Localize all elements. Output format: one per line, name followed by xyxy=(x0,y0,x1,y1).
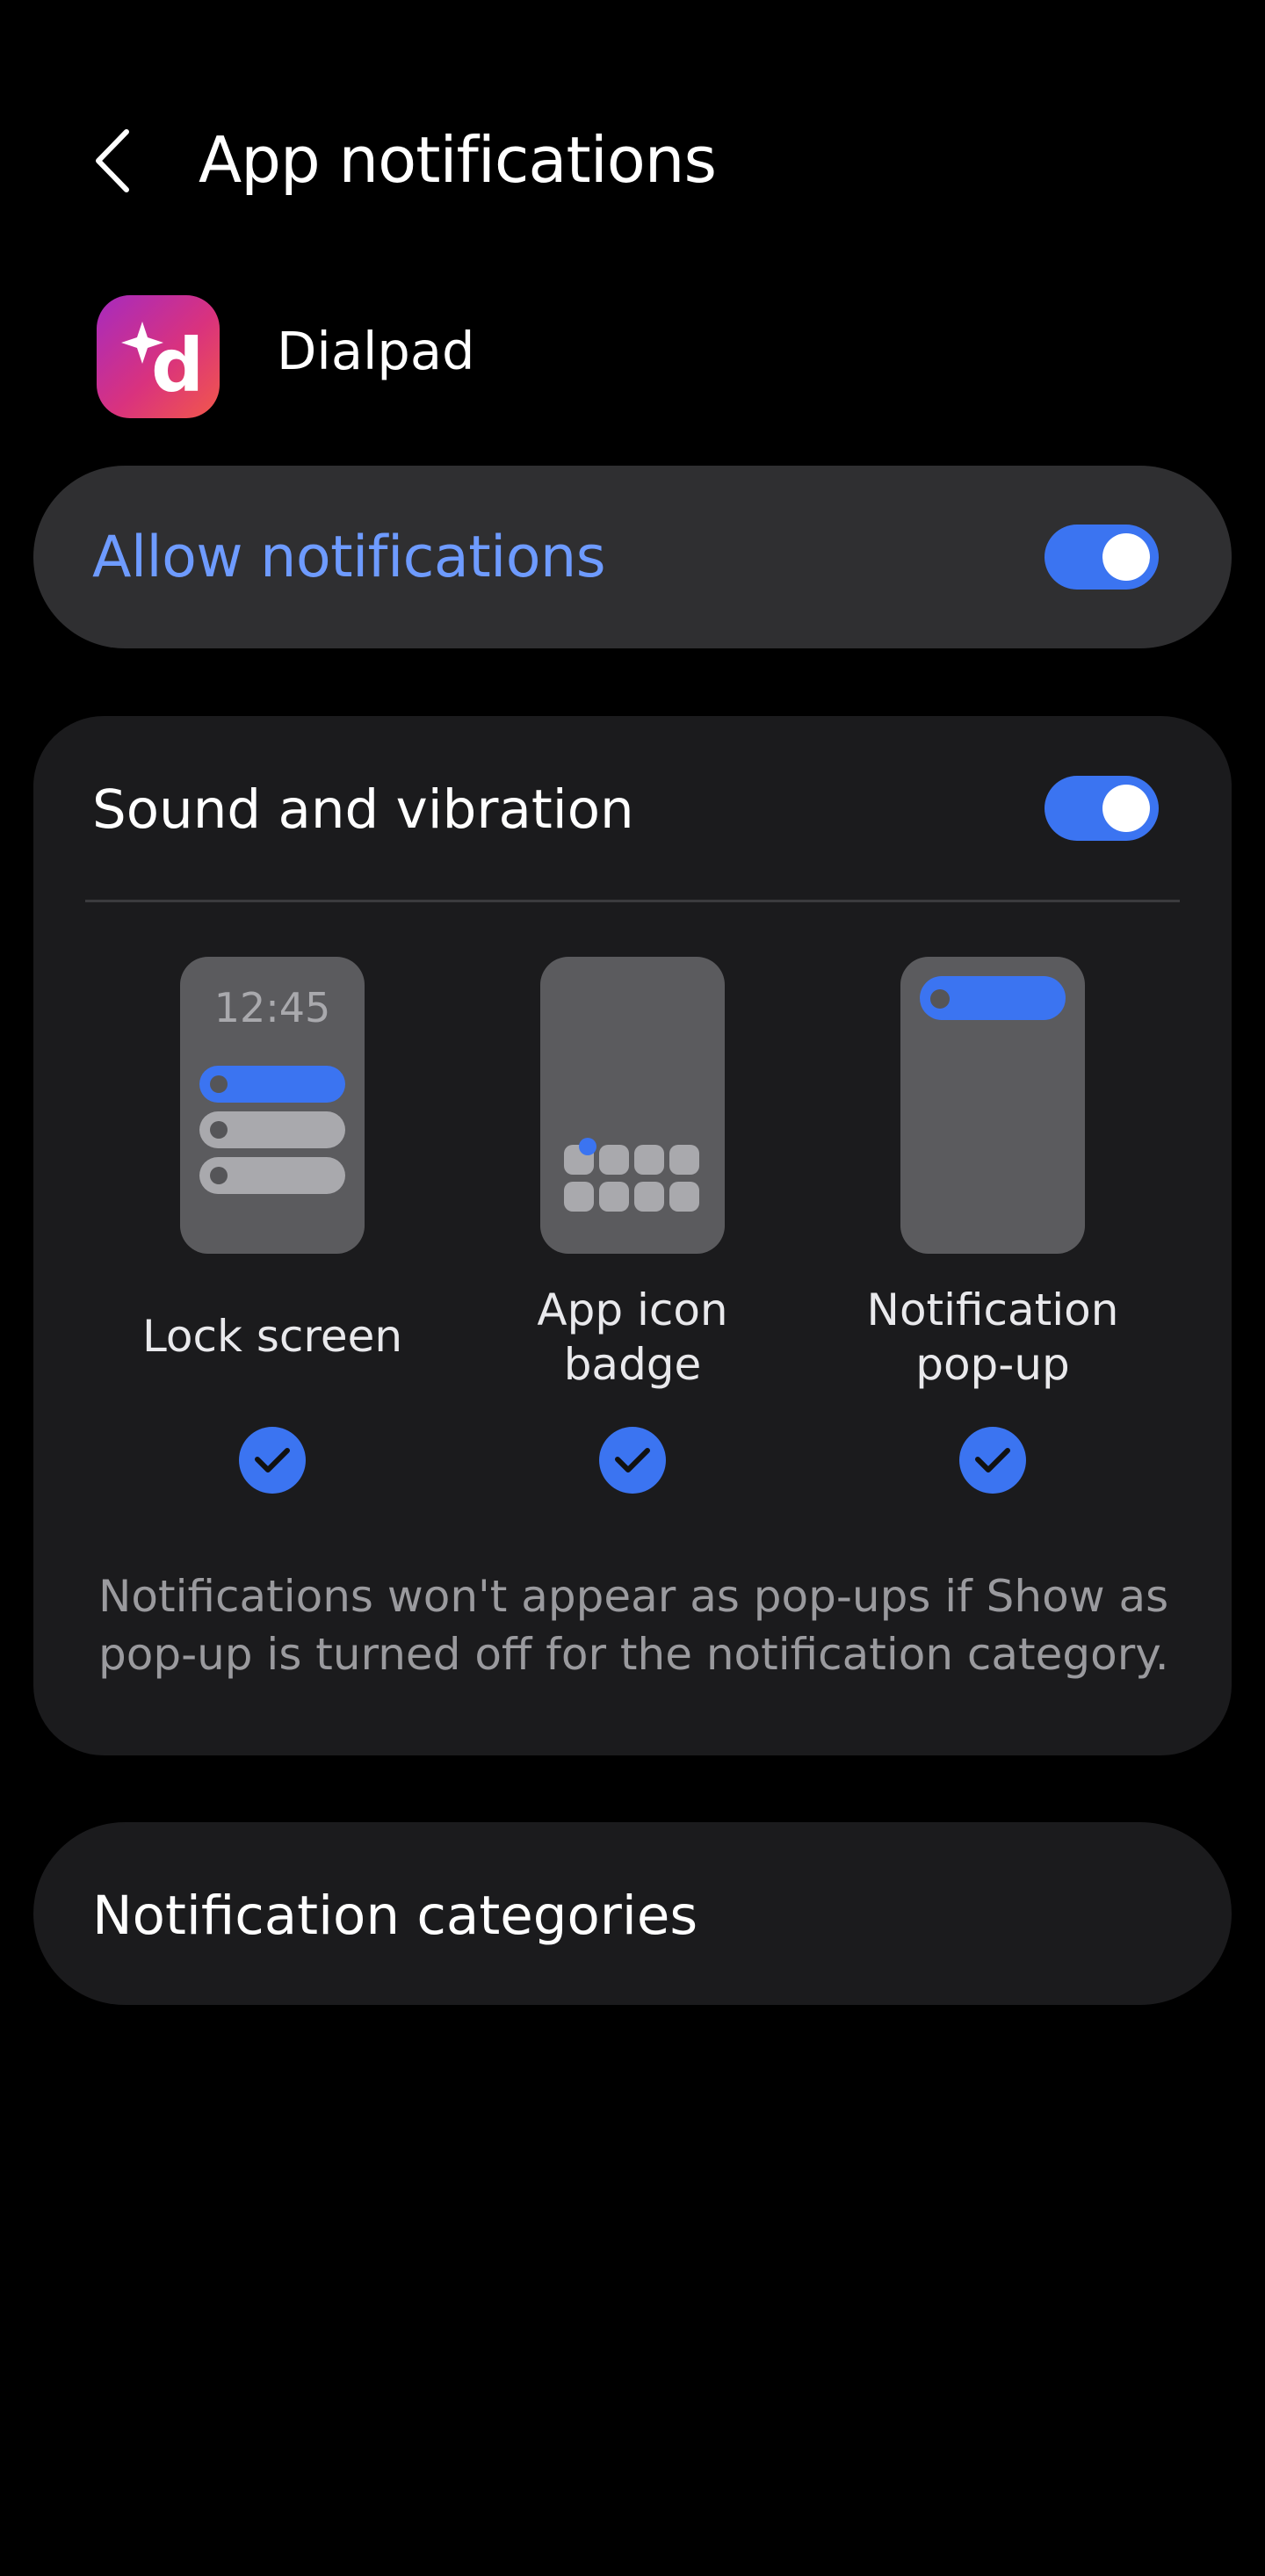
notification-categories-label: Notification categories xyxy=(92,1885,698,1947)
lock-screen-preview[interactable]: 12:45 xyxy=(180,957,365,1254)
notification-popup-label: Notification pop-up xyxy=(835,1283,1151,1392)
highlighted-notification-bar xyxy=(199,1066,345,1103)
sound-vibration-toggle[interactable] xyxy=(1045,776,1159,841)
app-icon-badge-label: App icon badge xyxy=(474,1283,791,1392)
allow-notifications-label: Allow notifications xyxy=(92,525,606,590)
notification-popup-preview[interactable] xyxy=(900,957,1085,1254)
lock-screen-check[interactable] xyxy=(239,1427,306,1494)
label-line: App icon xyxy=(537,1284,728,1335)
toggle-knob xyxy=(1102,533,1150,581)
popup-footnote: Notifications won't appear as pop-ups if… xyxy=(98,1571,1169,1680)
sound-vibration-label: Sound and vibration xyxy=(92,778,634,841)
chevron-left-icon xyxy=(96,129,129,192)
notification-popup-check[interactable] xyxy=(959,1427,1026,1494)
label-line: badge xyxy=(563,1339,702,1390)
dialpad-app-icon: d xyxy=(97,295,220,418)
allow-notifications-toggle[interactable] xyxy=(1045,525,1159,590)
app-icon-badge-check[interactable] xyxy=(599,1427,666,1494)
divider xyxy=(85,900,1180,902)
checkmark-icon xyxy=(615,1448,650,1473)
toggle-knob xyxy=(1102,785,1150,832)
notification-bar xyxy=(199,1157,345,1194)
app-icon-badge-preview[interactable] xyxy=(540,957,725,1254)
page-title: App notifications xyxy=(199,123,717,197)
preview-clock: 12:45 xyxy=(213,984,331,1031)
label-line: pop-up xyxy=(915,1339,1070,1390)
lock-screen-label: Lock screen xyxy=(141,1311,403,1362)
app-name: Dialpad xyxy=(277,321,475,381)
app-icon-letter: d xyxy=(151,322,205,409)
notification-bar xyxy=(199,1111,345,1148)
checkmark-icon xyxy=(255,1448,290,1473)
back-button[interactable] xyxy=(84,121,141,200)
app-grid-icon xyxy=(564,1138,699,1212)
checkmark-icon xyxy=(975,1448,1010,1473)
popup-notification-bar xyxy=(920,976,1066,1020)
label-line: Notification xyxy=(866,1284,1119,1335)
